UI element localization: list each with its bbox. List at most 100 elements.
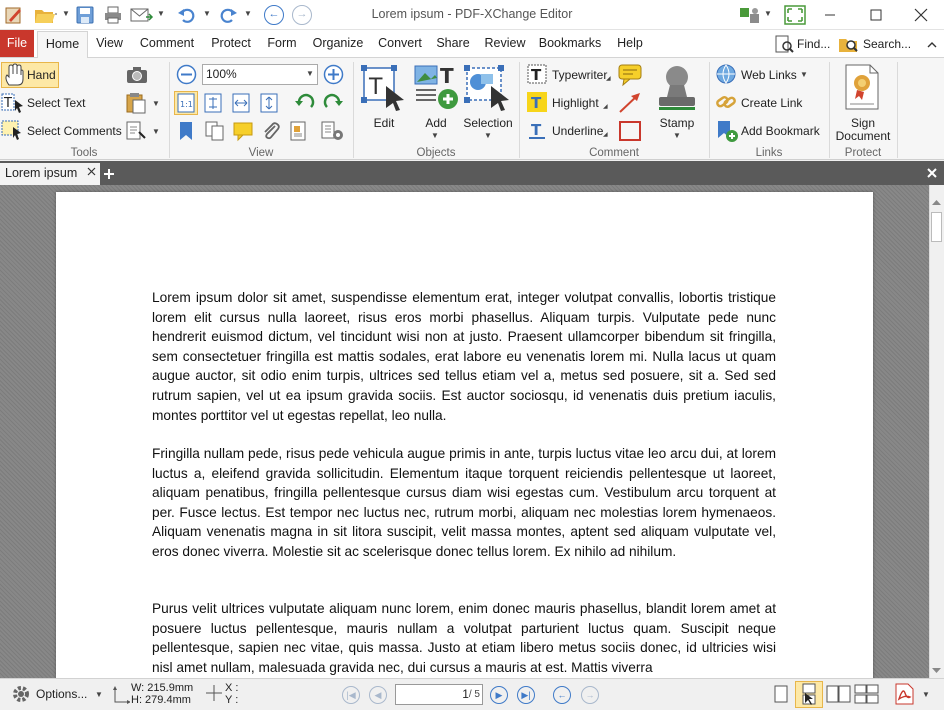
zoom-input[interactable]: 100% — [202, 64, 318, 85]
menu-file[interactable]: File — [0, 30, 34, 57]
clipboard-icon[interactable] — [125, 92, 147, 114]
web-links-dropdown-icon[interactable]: ▼ — [800, 70, 808, 79]
bookmark-icon[interactable] — [176, 120, 196, 142]
attachment-icon[interactable] — [260, 120, 282, 142]
vertical-scrollbar[interactable] — [929, 185, 944, 678]
svg-text:T: T — [440, 64, 454, 88]
options-dropdown-icon[interactable]: ▼ — [95, 690, 103, 699]
redo-icon[interactable] — [218, 5, 238, 25]
tab-close-icon[interactable] — [87, 167, 96, 176]
first-page-icon[interactable]: |◀ — [342, 686, 360, 704]
fit-visible-icon[interactable] — [260, 93, 278, 113]
menu-bookmarks[interactable]: Bookmarks — [536, 30, 604, 57]
prev-page-icon[interactable]: ◀ — [369, 686, 387, 704]
forward-view-icon[interactable]: → — [581, 686, 599, 704]
new-tab-icon[interactable] — [103, 168, 115, 180]
format-dropdown-icon[interactable]: ▼ — [152, 127, 160, 136]
ui-options-icon[interactable] — [738, 5, 762, 25]
hand-icon — [5, 63, 24, 86]
menu-protect[interactable]: Protect — [206, 30, 256, 57]
menu-form[interactable]: Form — [264, 30, 300, 57]
view-settings-icon[interactable] — [320, 120, 346, 142]
email-icon[interactable] — [130, 5, 154, 25]
last-page-icon[interactable]: ▶| — [517, 686, 535, 704]
menu-help[interactable]: Help — [612, 30, 648, 57]
objects-group-label: Objects — [416, 147, 456, 159]
maximize-button[interactable] — [853, 0, 899, 30]
rectangle-icon[interactable] — [617, 119, 643, 143]
options-button[interactable]: Options... — [10, 682, 87, 706]
menu-convert[interactable]: Convert — [374, 30, 426, 57]
email-dropdown-icon[interactable]: ▼ — [157, 9, 165, 18]
close-button[interactable] — [898, 0, 944, 30]
zoom-dropdown-icon[interactable]: ▼ — [306, 69, 314, 78]
thumbnails-icon[interactable] — [204, 120, 226, 142]
menu-view[interactable]: View — [92, 30, 127, 57]
open-folder-icon[interactable] — [33, 5, 59, 25]
search-label: Search... — [863, 37, 912, 51]
underline-dropdown-icon[interactable]: ◢ — [603, 131, 608, 138]
zoom-in-icon[interactable] — [323, 64, 344, 85]
menu-share[interactable]: Share — [434, 30, 472, 57]
back-icon[interactable]: ← — [264, 5, 284, 25]
menu-home[interactable]: Home — [37, 31, 88, 58]
highlight-dropdown-icon[interactable]: ◢ — [603, 103, 608, 110]
separator — [829, 62, 830, 158]
stamp-icon — [659, 66, 695, 110]
menu-organize[interactable]: Organize — [309, 30, 367, 57]
minimize-button[interactable] — [807, 0, 853, 30]
scroll-down-icon[interactable] — [931, 667, 942, 675]
pdf-dropdown-icon[interactable]: ▼ — [922, 690, 930, 699]
undo-icon[interactable] — [177, 5, 197, 25]
open-dropdown-icon[interactable]: ▼ — [62, 9, 70, 18]
add-dropdown-icon[interactable]: ▼ — [431, 131, 439, 140]
next-page-icon[interactable]: ▶ — [490, 686, 508, 704]
scroll-up-icon[interactable] — [931, 198, 942, 206]
comments-pane-icon[interactable] — [232, 120, 254, 142]
fit-width-icon[interactable] — [232, 93, 250, 113]
single-page-icon[interactable] — [772, 684, 790, 704]
continuous-facing-icon[interactable] — [854, 684, 880, 704]
layers-icon[interactable] — [288, 120, 310, 142]
format-painter-icon[interactable] — [125, 120, 149, 142]
print-icon[interactable] — [103, 5, 123, 25]
snapshot-icon[interactable] — [125, 65, 149, 85]
document-tab[interactable]: Lorem ipsum — [0, 163, 100, 185]
find-button[interactable]: Find... — [774, 33, 830, 55]
app-logo-icon — [5, 7, 21, 24]
typewriter-dropdown-icon[interactable]: ◢ — [606, 75, 611, 82]
ui-options-dropdown-icon[interactable]: ▼ — [764, 9, 772, 18]
save-icon[interactable] — [75, 5, 95, 25]
tools-group-label: Tools — [70, 147, 98, 159]
protect-group-label: Protect — [844, 147, 882, 159]
forward-icon[interactable]: → — [292, 5, 312, 25]
scrollbar-thumb[interactable] — [931, 212, 942, 242]
rotate-icon[interactable] — [322, 93, 344, 113]
separator — [519, 62, 520, 158]
close-icon — [914, 8, 928, 22]
rotate-left-icon[interactable] — [294, 93, 316, 113]
separator — [709, 62, 710, 158]
undo-dropdown-icon[interactable]: ▼ — [203, 9, 211, 18]
ribbon-collapse-icon[interactable] — [926, 39, 938, 51]
redo-dropdown-icon[interactable]: ▼ — [244, 9, 252, 18]
selection-dropdown-icon[interactable]: ▼ — [484, 131, 492, 140]
close-document-icon[interactable] — [926, 167, 938, 179]
page-number-input[interactable]: 1/ 5 — [395, 684, 483, 705]
add-object-icon: T — [414, 64, 458, 109]
pdf-icon[interactable] — [893, 683, 915, 705]
callout-icon[interactable] — [617, 63, 643, 87]
zoom-out-icon[interactable] — [176, 64, 197, 85]
facing-pages-icon[interactable] — [826, 684, 852, 704]
search-button[interactable]: Search... — [838, 33, 911, 55]
menu-comment[interactable]: Comment — [135, 30, 199, 57]
fit-page-icon[interactable] — [204, 93, 222, 113]
stamp-dropdown-icon[interactable]: ▼ — [673, 131, 681, 140]
clipboard-dropdown-icon[interactable]: ▼ — [152, 99, 160, 108]
arrow-icon[interactable] — [617, 91, 643, 115]
document-page[interactable]: Lorem ipsum dolor sit amet, suspendisse … — [56, 192, 873, 678]
fullscreen-icon[interactable] — [784, 5, 806, 25]
menu-review[interactable]: Review — [481, 30, 529, 57]
highlight-icon: T — [527, 92, 547, 112]
back-view-icon[interactable]: ← — [553, 686, 571, 704]
